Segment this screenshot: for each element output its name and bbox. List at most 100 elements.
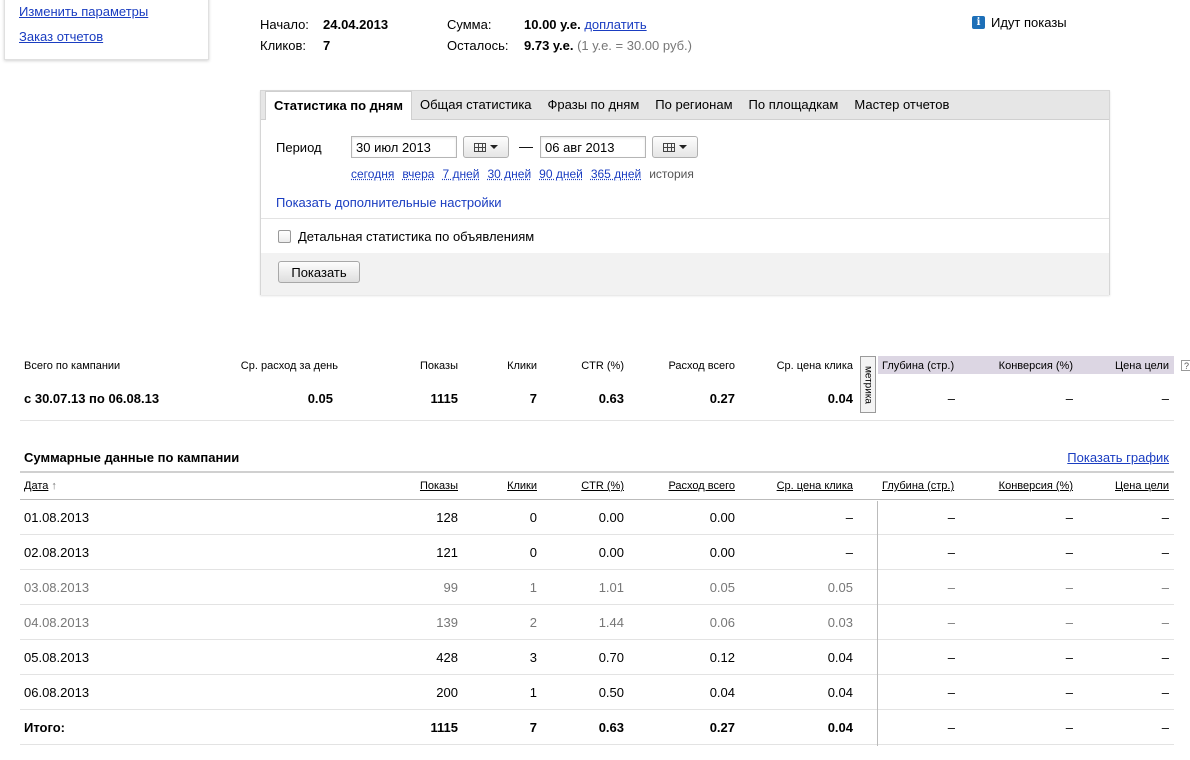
- cell-date: 02.08.2013: [24, 544, 90, 560]
- change-params-link[interactable]: Изменить параметры: [19, 4, 148, 19]
- summary-col-avg-daily: Ср. расход за день: [240, 360, 338, 372]
- cell-depth: –: [947, 509, 955, 525]
- tab-report-wizard[interactable]: Мастер отчетов: [846, 91, 957, 119]
- period-label: Период: [276, 140, 322, 155]
- button-row: Показать: [261, 253, 1109, 295]
- quick-period-history[interactable]: история: [649, 167, 694, 181]
- cell-cpc: 0.04: [827, 684, 853, 700]
- tab-by-region[interactable]: По регионам: [647, 91, 740, 119]
- daily-col-shows[interactable]: Показы: [380, 473, 458, 499]
- status-indicator: i Идут показы: [972, 15, 1067, 30]
- clicks-value: 7: [323, 38, 331, 53]
- cell-shows: 128: [436, 509, 458, 525]
- summary-table: Всего по кампании Ср. расход за день Пок…: [20, 356, 1190, 421]
- cell-ctr: 1.44: [598, 614, 624, 630]
- detail-stats-checkbox[interactable]: [278, 229, 291, 243]
- daily-title: Суммарные данные по кампании: [24, 449, 240, 465]
- sum-label: Сумма:: [447, 17, 492, 32]
- total-row: Итого: 1115 7 0.63 0.27 0.04 – – –: [20, 710, 1174, 745]
- quick-period-365-days[interactable]: 365 дней: [591, 167, 641, 181]
- cell-spend: 0.00: [709, 509, 735, 525]
- help-icon[interactable]: ?: [1181, 360, 1190, 371]
- detail-stats-row: Детальная статистика по объявлениям: [261, 218, 1109, 253]
- summary-clicks: 7: [529, 390, 537, 406]
- daily-table: Суммарные данные по кампании Показать гр…: [20, 443, 1174, 746]
- cell-ctr: 0.50: [598, 684, 624, 700]
- date-to-calendar-button[interactable]: [652, 136, 698, 158]
- summary-conv: –: [1065, 390, 1073, 406]
- topup-link[interactable]: доплатить: [584, 17, 646, 32]
- cell-depth: –: [947, 544, 955, 560]
- detail-stats-label: Детальная статистика по объявлениям: [298, 228, 535, 244]
- cell-ctr: 0.63: [598, 719, 624, 735]
- quick-period-today[interactable]: сегодня: [351, 167, 394, 181]
- cell-date: 01.08.2013: [24, 509, 90, 525]
- summary-col-goal: Цена цели: [1115, 360, 1169, 372]
- cell-conv: –: [1065, 719, 1073, 735]
- tab-by-site[interactable]: По площадкам: [741, 91, 847, 119]
- cell-date: Итого:: [24, 719, 65, 735]
- daily-col-conv[interactable]: Конверсия (%): [980, 473, 1073, 499]
- table-row: 03.08.2013 99 1 1.01 0.05 0.05 – – –: [20, 570, 1174, 605]
- tab-daily-stats[interactable]: Статистика по дням: [265, 91, 412, 120]
- quick-period-90-days[interactable]: 90 дней: [539, 167, 583, 181]
- order-reports-link[interactable]: Заказ отчетов: [19, 29, 103, 44]
- daily-col-goal[interactable]: Цена цели: [1090, 473, 1169, 499]
- daily-col-date[interactable]: Дата ↑: [24, 473, 57, 499]
- metrika-divider: [877, 501, 878, 746]
- tab-phrases-by-day[interactable]: Фразы по дням: [540, 91, 648, 119]
- table-row: 01.08.2013 128 0 0.00 0.00 – – – –: [20, 500, 1174, 535]
- quick-period-7-days[interactable]: 7 дней: [442, 167, 479, 181]
- date-from-input[interactable]: [351, 136, 457, 158]
- cell-clicks: 0: [529, 509, 537, 525]
- daily-col-depth[interactable]: Глубина (стр.): [882, 473, 954, 499]
- cell-spend: 0.04: [709, 684, 735, 700]
- date-from-calendar-button[interactable]: [463, 136, 509, 158]
- summary-col-ctr: CTR (%): [581, 360, 624, 372]
- cell-conv: –: [1065, 579, 1073, 595]
- cell-shows: 99: [443, 579, 458, 595]
- show-button[interactable]: Показать: [278, 261, 360, 283]
- cell-spend: 0.06: [709, 614, 735, 630]
- cell-clicks: 1: [529, 684, 537, 700]
- clicks-label: Кликов:: [260, 38, 307, 53]
- cell-depth: –: [947, 684, 955, 700]
- date-to-input[interactable]: [540, 136, 646, 158]
- cell-cpc: 0.04: [827, 719, 853, 735]
- cell-conv: –: [1065, 684, 1073, 700]
- cell-shows: 428: [436, 649, 458, 665]
- summary-col-shows: Показы: [419, 360, 458, 372]
- cell-goal: –: [1161, 509, 1169, 525]
- cell-clicks: 2: [529, 614, 537, 630]
- stats-tabs: Статистика по дням Общая статистика Фраз…: [261, 91, 1109, 120]
- start-label: Начало:: [260, 17, 309, 32]
- summary-header-row: Всего по кампании Ср. расход за день Пок…: [20, 356, 1190, 376]
- daily-col-date-label: Дата: [24, 480, 49, 492]
- more-settings-link[interactable]: Показать дополнительные настройки: [276, 195, 502, 210]
- cell-date: 03.08.2013: [24, 579, 90, 595]
- quick-period-30-days[interactable]: 30 дней: [487, 167, 531, 181]
- calendar-icon: [474, 142, 486, 152]
- cell-ctr: 0.00: [598, 509, 624, 525]
- summary-cpc: 0.04: [827, 390, 853, 406]
- quick-periods: сегодня вчера 7 дней 30 дней 90 дней 365…: [351, 167, 694, 181]
- cell-conv: –: [1065, 544, 1073, 560]
- remaining-label: Осталось:: [447, 38, 509, 53]
- summary-data-row: с 30.07.13 по 06.08.13 0.05 1115 7 0.63 …: [20, 376, 1174, 421]
- remaining-value: 9.73 у.е.: [524, 38, 574, 53]
- cell-cpc: –: [845, 509, 853, 525]
- cell-spend: 0.00: [709, 544, 735, 560]
- daily-header-row: Дата ↑ Показы Клики CTR (%) Расход всего…: [20, 473, 1174, 500]
- daily-col-clicks[interactable]: Клики: [480, 473, 537, 499]
- cell-clicks: 3: [529, 649, 537, 665]
- summary-shows: 1115: [430, 390, 459, 406]
- tab-general-stats[interactable]: Общая статистика: [412, 91, 540, 119]
- daily-col-cpc[interactable]: Ср. цена клика: [750, 473, 853, 499]
- summary-period: с 30.07.13 по 06.08.13: [24, 390, 160, 406]
- quick-period-yesterday[interactable]: вчера: [402, 167, 434, 181]
- cell-cpc: 0.04: [827, 649, 853, 665]
- daily-col-ctr[interactable]: CTR (%): [550, 473, 624, 499]
- cell-shows: 1115: [430, 719, 459, 735]
- daily-col-spend[interactable]: Расход всего: [640, 473, 735, 499]
- show-graph-link[interactable]: Показать график: [1067, 450, 1169, 465]
